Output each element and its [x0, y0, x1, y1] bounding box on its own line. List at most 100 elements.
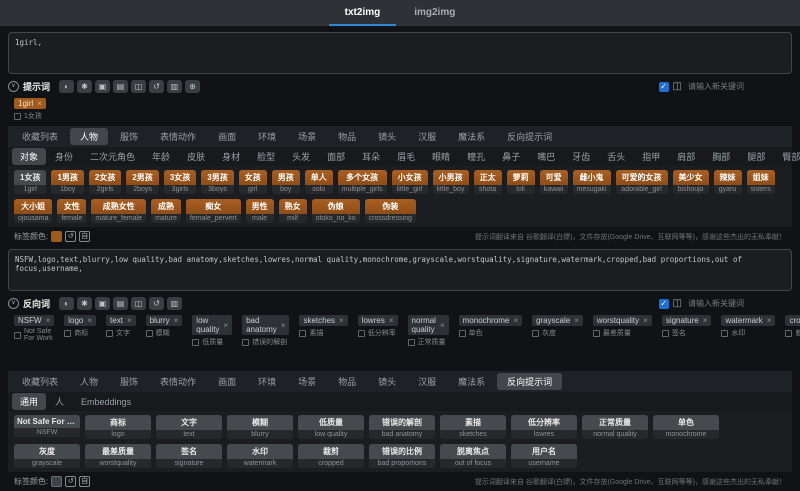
category-tab[interactable]: 收藏列表	[12, 373, 68, 390]
negative-tag-chip[interactable]: monochrome × 单色	[458, 315, 522, 338]
tag-card[interactable]: 美少女 bishoujo	[672, 170, 709, 194]
remove-tag-icon[interactable]: ×	[87, 316, 92, 325]
tag-card[interactable]: 3女孩 3girls	[163, 170, 197, 194]
tag-card[interactable]: 水印 watermark	[227, 444, 293, 468]
category-tab[interactable]: 环境	[248, 128, 286, 145]
undo-icon[interactable]: ↺	[149, 297, 165, 310]
category-tab[interactable]: 画面	[208, 373, 246, 390]
trash-icon[interactable]: ▥	[167, 297, 183, 310]
tag-card[interactable]: 正常质量 normal quality	[582, 415, 648, 439]
remove-tag-icon[interactable]: ×	[127, 316, 132, 325]
subcategory-tab[interactable]: 皮肤	[179, 148, 213, 165]
category-tab[interactable]: 收藏列表	[12, 128, 68, 145]
tag-card[interactable]: 脱离焦点 out of focus	[440, 444, 506, 468]
tag-color-auto-button[interactable]: 自	[79, 231, 91, 242]
tag-card[interactable]: 男性 male	[245, 199, 274, 223]
category-tab[interactable]: 镜头	[368, 128, 406, 145]
tag-card[interactable]: 1男孩 1boy	[51, 170, 84, 194]
tag-card[interactable]: 可爱 kawaii	[539, 170, 568, 194]
subcategory-tab[interactable]: 人	[47, 393, 72, 410]
tag-card[interactable]: 3男孩 3boys	[201, 170, 234, 194]
negative-tag-chip[interactable]: text × 文字	[106, 315, 136, 338]
tag-card[interactable]: 成熟 mature	[151, 199, 181, 223]
subcategory-tab[interactable]: 通用	[12, 393, 47, 410]
tag-color-auto-button[interactable]: 自	[79, 476, 91, 487]
collapse-negative-icon[interactable]: ∨	[8, 298, 19, 309]
positive-prompt-textarea[interactable]: 1girl,	[8, 32, 792, 74]
tag-card[interactable]: 错误的解剖 bad anatomy	[369, 415, 435, 439]
category-tab[interactable]: 人物	[70, 128, 109, 145]
tag-card[interactable]: 灰度 grayscale	[14, 444, 80, 468]
subcategory-tab[interactable]: 腿部	[739, 148, 773, 165]
subcategory-tab[interactable]: 舌头	[599, 148, 633, 165]
tag-card[interactable]: 低质量 low quality	[298, 415, 364, 439]
tag-card[interactable]: 可爱的女孩 adorable_girl	[615, 170, 668, 194]
category-tab[interactable]: 汉服	[408, 373, 446, 390]
tag-card[interactable]: 低分辨率 lowres	[511, 415, 577, 439]
settings-icon[interactable]: ✱	[77, 80, 93, 93]
tag-card[interactable]: 用户名 username	[511, 444, 577, 468]
remove-tag-icon[interactable]: ×	[339, 316, 344, 325]
remove-tag-icon[interactable]: ×	[643, 316, 648, 325]
tag-color-reset-button[interactable]: ↺	[65, 231, 77, 242]
translate-icon[interactable]: ◐	[59, 297, 75, 310]
subcategory-tab[interactable]: 嘴巴	[529, 148, 563, 165]
subcategory-tab[interactable]: 二次元角色	[82, 148, 143, 165]
tag-color-swatch-dark[interactable]	[51, 476, 63, 487]
remove-tag-icon[interactable]: ×	[174, 316, 179, 325]
new-keyword-input[interactable]	[686, 81, 778, 92]
tag-card[interactable]: 萝莉 loli	[506, 170, 535, 194]
category-tab[interactable]: 场景	[288, 373, 326, 390]
tag-card[interactable]: 男孩 boy	[271, 170, 300, 194]
negative-tag-chip[interactable]: bad anatomy × 错误的解剖	[242, 315, 290, 347]
subcategory-tab[interactable]: 身材	[214, 148, 248, 165]
copy-icon[interactable]: ▣	[95, 80, 111, 93]
tag-card[interactable]: 小女孩 little_girl	[391, 170, 428, 194]
tag-card[interactable]: 1女孩 1girl	[14, 170, 47, 194]
copy-icon[interactable]: ▣	[95, 297, 111, 310]
tag-card[interactable]: 女性 female	[57, 199, 87, 223]
category-tab[interactable]: 人物	[70, 373, 108, 390]
negative-tag-chip[interactable]: normal quality × 正常质量	[407, 315, 449, 347]
remove-tag-icon[interactable]: ×	[574, 316, 579, 325]
negative-tag-chip[interactable]: blurry × 模糊	[145, 315, 183, 338]
tag-card[interactable]: 商标 logo	[85, 415, 151, 439]
category-tab[interactable]: 环境	[248, 373, 286, 390]
tag-card[interactable]: 多个女孩 multiple_girls	[337, 170, 387, 194]
tag-card[interactable]: 小男孩 little_boy	[432, 170, 469, 194]
new-keyword-input[interactable]	[686, 298, 778, 309]
panel-toggle-icon[interactable]: ◫	[673, 298, 682, 309]
negative-tag-chip[interactable]: signature × 签名	[661, 315, 712, 338]
tag-card[interactable]: 雌小鬼 mesugaki	[572, 170, 611, 194]
image-icon[interactable]: ◫	[131, 80, 147, 93]
category-tab[interactable]: 魔法系	[448, 128, 495, 145]
top-tab[interactable]: txt2img	[328, 0, 397, 26]
remove-tag-icon[interactable]: ×	[281, 321, 286, 330]
tag-card[interactable]: Not Safe For W... NSFW	[14, 415, 80, 439]
save-icon[interactable]: ▤	[113, 297, 129, 310]
globe-icon[interactable]: ⊕	[185, 80, 201, 93]
subcategory-tab[interactable]: 牙齿	[564, 148, 598, 165]
tag-card[interactable]: 辣妹 gyaru	[713, 170, 742, 194]
top-tab[interactable]: img2img	[398, 0, 471, 26]
tag-card[interactable]: 姐妹 sisters	[746, 170, 775, 194]
tag-card[interactable]: 熟女 milf	[278, 199, 307, 223]
remove-tag-icon[interactable]: ×	[223, 321, 228, 330]
collapse-positive-icon[interactable]: ∨	[8, 81, 19, 92]
tag-card[interactable]: 单色 monochrome	[653, 415, 719, 439]
category-tab[interactable]: 物品	[328, 373, 366, 390]
translate-icon[interactable]: ◐	[59, 80, 75, 93]
negative-tag-chip[interactable]: low quality × 低质量	[192, 315, 233, 347]
subcategory-tab[interactable]: 眉毛	[389, 148, 423, 165]
tag-card[interactable]: 女孩 girl	[238, 170, 267, 194]
undo-icon[interactable]: ↺	[149, 80, 165, 93]
subcategory-tab[interactable]: 脸型	[249, 148, 283, 165]
tag-card[interactable]: 签名 signature	[156, 444, 222, 468]
negative-tag-chip[interactable]: cropped× 裁剪	[785, 315, 800, 338]
save-icon[interactable]: ▤	[113, 80, 129, 93]
subcategory-tab[interactable]: 眼睛	[424, 148, 458, 165]
remove-tag-icon[interactable]: ×	[46, 316, 51, 325]
subcategory-tab[interactable]: 头发	[284, 148, 318, 165]
subcategory-tab[interactable]: 肩部	[669, 148, 703, 165]
tag-card[interactable]: 成熟女性 mature_female	[91, 199, 147, 223]
